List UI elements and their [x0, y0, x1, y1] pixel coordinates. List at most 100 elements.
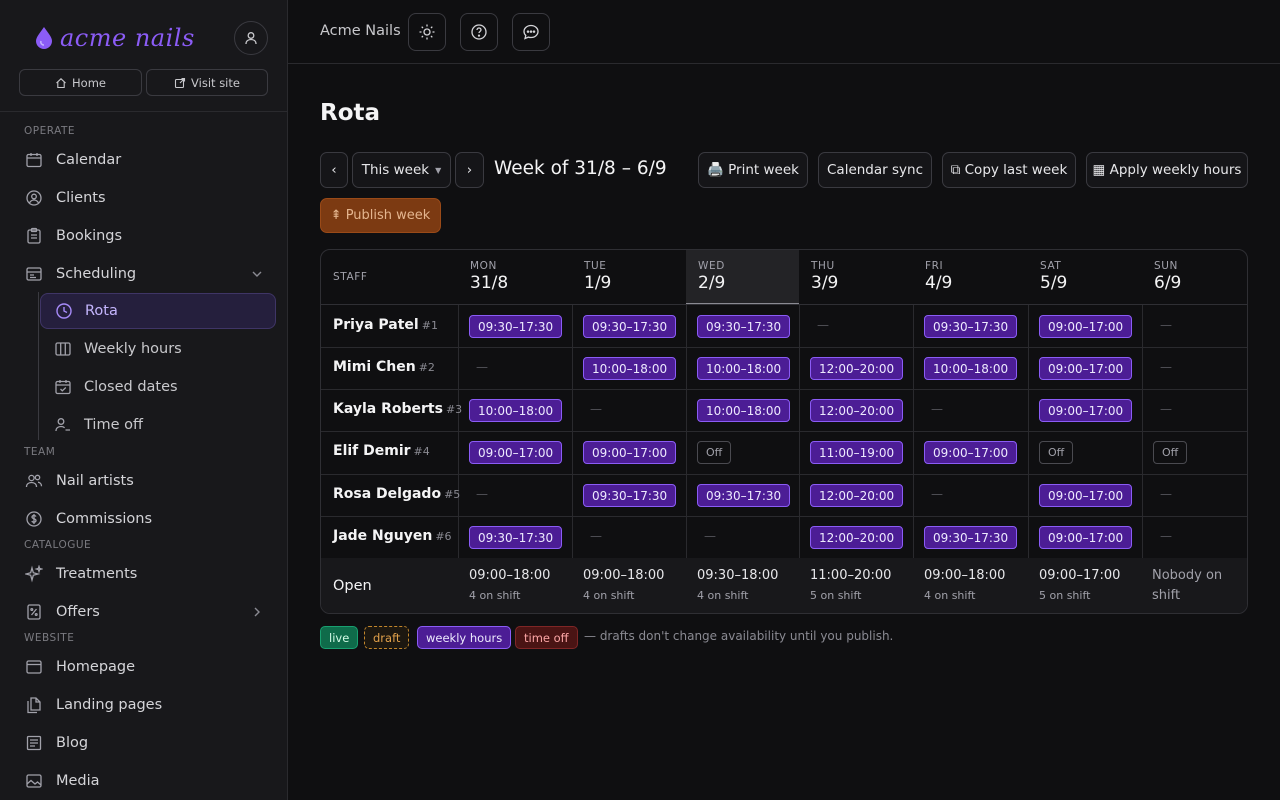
publish-week-button[interactable]: ⇞ Publish week: [320, 198, 441, 233]
shift-off-badge[interactable]: Off: [697, 441, 732, 464]
clock-icon: [56, 303, 72, 319]
chat-button[interactable]: [512, 13, 550, 51]
help-button[interactable]: [460, 13, 498, 51]
shift-chip[interactable]: 09:30–17:30: [469, 315, 563, 338]
empty-shift-cell[interactable]: —: [590, 529, 602, 543]
nav-media-label: Media: [56, 773, 100, 789]
empty-shift-cell[interactable]: —: [1160, 402, 1172, 416]
nav-bookings[interactable]: Bookings: [24, 221, 274, 251]
shift-chip[interactable]: 09:30–17:30: [697, 315, 791, 338]
shift-chip[interactable]: 09:00–17:00: [1039, 526, 1133, 549]
shift-chip[interactable]: 09:30–17:30: [583, 315, 677, 338]
nav-clients[interactable]: Clients: [24, 183, 274, 213]
empty-shift-cell[interactable]: —: [1160, 529, 1172, 543]
nav-media[interactable]: Media: [24, 766, 274, 796]
shift-chip[interactable]: 09:00–17:00: [924, 441, 1018, 464]
help-circle-icon: [471, 24, 487, 40]
shift-off-badge[interactable]: Off: [1153, 441, 1188, 464]
apply-weekly-hours-button[interactable]: ▦ Apply weekly hours: [1086, 152, 1248, 188]
external-link-icon: [174, 77, 186, 88]
empty-shift-cell[interactable]: —: [1160, 487, 1172, 501]
brand-name: acme nails: [60, 24, 195, 52]
nav-commissions[interactable]: Commissions: [24, 504, 274, 534]
nav-calendar[interactable]: Calendar: [24, 145, 274, 175]
shift-chip[interactable]: 09:00–17:00: [583, 441, 677, 464]
open-hours: 11:00–20:00: [810, 568, 892, 583]
empty-shift-cell[interactable]: —: [1160, 360, 1172, 374]
shift-chip[interactable]: 09:00–17:00: [1039, 484, 1133, 507]
calendar-sync-button[interactable]: Calendar sync: [818, 152, 932, 188]
shift-chip[interactable]: 09:00–17:00: [1039, 315, 1133, 338]
empty-shift-cell[interactable]: —: [817, 318, 829, 332]
empty-shift-cell[interactable]: —: [1160, 318, 1172, 332]
next-week-button[interactable]: ›: [455, 152, 484, 188]
shift-chip[interactable]: 09:30–17:30: [469, 526, 563, 549]
shift-chip[interactable]: 09:30–17:30: [924, 315, 1018, 338]
nav-offers[interactable]: Offers: [24, 597, 274, 627]
legend-draft: draft: [364, 626, 410, 649]
empty-shift-cell[interactable]: —: [590, 402, 602, 416]
nav-nail-artists[interactable]: Nail artists: [24, 466, 274, 496]
nav-clients-label: Clients: [56, 190, 106, 206]
nav-scheduling[interactable]: Scheduling: [24, 259, 274, 289]
nav-weekly-hours[interactable]: Weekly hours: [40, 331, 276, 367]
staff-name[interactable]: Elif Demir #4: [333, 443, 430, 459]
open-hours: 09:00–17:00: [1039, 568, 1121, 583]
shift-chip[interactable]: 09:30–17:30: [697, 484, 791, 507]
week-select[interactable]: This week ▼: [352, 152, 451, 188]
shift-chip[interactable]: 11:00–19:00: [810, 441, 904, 464]
user-minus-icon: [55, 418, 70, 432]
staff-name-text: Jade Nguyen: [333, 528, 433, 544]
print-week-button[interactable]: 🖨️ Print week: [698, 152, 808, 188]
shift-off-badge[interactable]: Off: [1039, 441, 1074, 464]
shift-chip[interactable]: 10:00–18:00: [469, 399, 563, 422]
nav-closed-dates[interactable]: Closed dates: [40, 369, 276, 405]
empty-shift-cell[interactable]: —: [476, 360, 488, 374]
account-button[interactable]: [234, 21, 268, 55]
chevron-down-icon[interactable]: [250, 267, 264, 281]
files-icon: [27, 697, 41, 714]
percent-tag-icon: [27, 604, 41, 620]
user-circle-icon: [26, 190, 42, 206]
empty-shift-cell[interactable]: —: [476, 487, 488, 501]
nav-rota[interactable]: Rota: [40, 293, 276, 329]
staff-name[interactable]: Priya Patel #1: [333, 317, 438, 333]
theme-toggle-button[interactable]: [408, 13, 446, 51]
home-button[interactable]: Home: [19, 69, 142, 96]
shift-chip[interactable]: 10:00–18:00: [697, 357, 791, 380]
nav-time-off[interactable]: Time off: [40, 407, 276, 443]
shift-chip[interactable]: 10:00–18:00: [697, 399, 791, 422]
prev-week-button[interactable]: ‹: [320, 152, 348, 188]
shift-chip[interactable]: 12:00–20:00: [810, 526, 904, 549]
nav-treatments[interactable]: Treatments: [24, 559, 274, 589]
logo[interactable]: acme nails: [34, 24, 195, 52]
day-header-date: 4/9: [925, 273, 953, 293]
empty-shift-cell[interactable]: —: [931, 487, 943, 501]
staff-name[interactable]: Mimi Chen #2: [333, 359, 435, 375]
empty-shift-cell[interactable]: —: [704, 529, 716, 543]
empty-shift-cell[interactable]: —: [931, 402, 943, 416]
shift-chip[interactable]: 09:30–17:30: [583, 484, 677, 507]
nav-blog[interactable]: Blog: [24, 728, 274, 758]
visit-site-button[interactable]: Visit site: [146, 69, 268, 96]
shift-chip[interactable]: 12:00–20:00: [810, 399, 904, 422]
copy-last-week-button[interactable]: ⧉ Copy last week: [942, 152, 1076, 188]
shift-chip[interactable]: 12:00–20:00: [810, 357, 904, 380]
nav-homepage[interactable]: Homepage: [24, 652, 274, 682]
shift-chip[interactable]: 12:00–20:00: [810, 484, 904, 507]
day-header-date: 31/8: [470, 273, 509, 293]
shift-chip[interactable]: 10:00–18:00: [583, 357, 677, 380]
chevron-right-icon[interactable]: [250, 605, 264, 619]
nav-landing-pages[interactable]: Landing pages: [24, 690, 274, 720]
shift-chip[interactable]: 09:00–17:00: [1039, 399, 1133, 422]
staff-name[interactable]: Rosa Delgado #5: [333, 486, 460, 502]
day-header-date: 3/9: [811, 273, 839, 293]
day-header-name: TUE: [584, 260, 607, 272]
staff-name[interactable]: Kayla Roberts #3: [333, 401, 462, 417]
shift-chip[interactable]: 09:00–17:00: [1039, 357, 1133, 380]
shift-chip[interactable]: 09:30–17:30: [924, 526, 1018, 549]
shift-chip[interactable]: 09:00–17:00: [469, 441, 563, 464]
staff-name[interactable]: Jade Nguyen #6: [333, 528, 452, 544]
shift-chip[interactable]: 10:00–18:00: [924, 357, 1018, 380]
open-hours: 09:30–18:00: [697, 568, 779, 583]
